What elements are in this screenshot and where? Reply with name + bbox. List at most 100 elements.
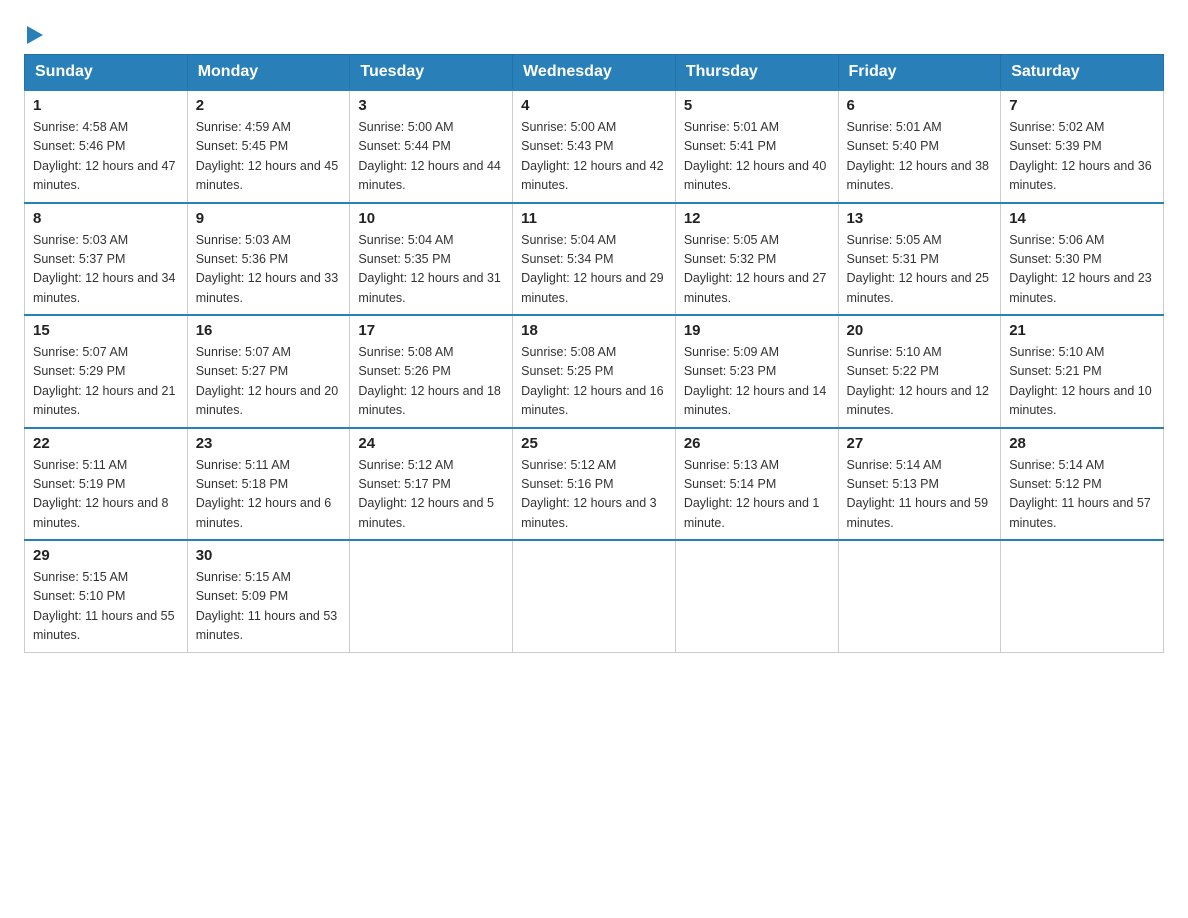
day-number: 29 [33,547,179,564]
calendar-day-cell: 6 Sunrise: 5:01 AM Sunset: 5:40 PM Dayli… [838,90,1001,203]
calendar-empty-cell [838,540,1001,652]
calendar-empty-cell [513,540,676,652]
calendar-day-cell: 13 Sunrise: 5:05 AM Sunset: 5:31 PM Dayl… [838,203,1001,316]
calendar-day-cell: 4 Sunrise: 5:00 AM Sunset: 5:43 PM Dayli… [513,90,676,203]
calendar-empty-cell [675,540,838,652]
calendar-day-cell: 21 Sunrise: 5:10 AM Sunset: 5:21 PM Dayl… [1001,315,1164,428]
day-info: Sunrise: 5:03 AM Sunset: 5:37 PM Dayligh… [33,231,179,309]
calendar-day-cell: 9 Sunrise: 5:03 AM Sunset: 5:36 PM Dayli… [187,203,350,316]
logo [24,24,46,42]
calendar-empty-cell [350,540,513,652]
calendar-header-tuesday: Tuesday [350,55,513,91]
day-number: 2 [196,97,342,114]
day-info: Sunrise: 5:08 AM Sunset: 5:26 PM Dayligh… [358,343,504,421]
calendar-day-cell: 11 Sunrise: 5:04 AM Sunset: 5:34 PM Dayl… [513,203,676,316]
day-number: 13 [847,210,993,227]
day-info: Sunrise: 5:11 AM Sunset: 5:18 PM Dayligh… [196,456,342,534]
day-info: Sunrise: 5:05 AM Sunset: 5:31 PM Dayligh… [847,231,993,309]
day-number: 19 [684,322,830,339]
calendar-day-cell: 29 Sunrise: 5:15 AM Sunset: 5:10 PM Dayl… [25,540,188,652]
day-info: Sunrise: 5:10 AM Sunset: 5:22 PM Dayligh… [847,343,993,421]
calendar-day-cell: 1 Sunrise: 4:58 AM Sunset: 5:46 PM Dayli… [25,90,188,203]
calendar-week-row: 8 Sunrise: 5:03 AM Sunset: 5:37 PM Dayli… [25,203,1164,316]
day-number: 17 [358,322,504,339]
day-number: 1 [33,97,179,114]
calendar-day-cell: 12 Sunrise: 5:05 AM Sunset: 5:32 PM Dayl… [675,203,838,316]
calendar-day-cell: 22 Sunrise: 5:11 AM Sunset: 5:19 PM Dayl… [25,428,188,541]
day-info: Sunrise: 5:10 AM Sunset: 5:21 PM Dayligh… [1009,343,1155,421]
day-info: Sunrise: 5:13 AM Sunset: 5:14 PM Dayligh… [684,456,830,534]
calendar-day-cell: 17 Sunrise: 5:08 AM Sunset: 5:26 PM Dayl… [350,315,513,428]
day-number: 11 [521,210,667,227]
day-number: 16 [196,322,342,339]
calendar-table: SundayMondayTuesdayWednesdayThursdayFrid… [24,54,1164,653]
calendar-day-cell: 3 Sunrise: 5:00 AM Sunset: 5:44 PM Dayli… [350,90,513,203]
day-number: 22 [33,435,179,452]
calendar-week-row: 1 Sunrise: 4:58 AM Sunset: 5:46 PM Dayli… [25,90,1164,203]
calendar-day-cell: 18 Sunrise: 5:08 AM Sunset: 5:25 PM Dayl… [513,315,676,428]
calendar-header-sunday: Sunday [25,55,188,91]
calendar-header-wednesday: Wednesday [513,55,676,91]
calendar-week-row: 15 Sunrise: 5:07 AM Sunset: 5:29 PM Dayl… [25,315,1164,428]
day-number: 14 [1009,210,1155,227]
day-number: 4 [521,97,667,114]
day-info: Sunrise: 5:09 AM Sunset: 5:23 PM Dayligh… [684,343,830,421]
day-info: Sunrise: 5:04 AM Sunset: 5:34 PM Dayligh… [521,231,667,309]
calendar-day-cell: 24 Sunrise: 5:12 AM Sunset: 5:17 PM Dayl… [350,428,513,541]
calendar-week-row: 29 Sunrise: 5:15 AM Sunset: 5:10 PM Dayl… [25,540,1164,652]
day-number: 21 [1009,322,1155,339]
day-info: Sunrise: 5:07 AM Sunset: 5:27 PM Dayligh… [196,343,342,421]
day-info: Sunrise: 5:04 AM Sunset: 5:35 PM Dayligh… [358,231,504,309]
calendar-day-cell: 27 Sunrise: 5:14 AM Sunset: 5:13 PM Dayl… [838,428,1001,541]
day-info: Sunrise: 5:15 AM Sunset: 5:10 PM Dayligh… [33,568,179,646]
day-info: Sunrise: 5:15 AM Sunset: 5:09 PM Dayligh… [196,568,342,646]
calendar-header-friday: Friday [838,55,1001,91]
day-info: Sunrise: 5:02 AM Sunset: 5:39 PM Dayligh… [1009,118,1155,196]
day-info: Sunrise: 5:00 AM Sunset: 5:43 PM Dayligh… [521,118,667,196]
day-info: Sunrise: 5:12 AM Sunset: 5:16 PM Dayligh… [521,456,667,534]
day-number: 15 [33,322,179,339]
day-number: 18 [521,322,667,339]
calendar-header-saturday: Saturday [1001,55,1164,91]
calendar-day-cell: 2 Sunrise: 4:59 AM Sunset: 5:45 PM Dayli… [187,90,350,203]
day-info: Sunrise: 5:01 AM Sunset: 5:41 PM Dayligh… [684,118,830,196]
day-info: Sunrise: 5:14 AM Sunset: 5:12 PM Dayligh… [1009,456,1155,534]
day-number: 23 [196,435,342,452]
calendar-day-cell: 10 Sunrise: 5:04 AM Sunset: 5:35 PM Dayl… [350,203,513,316]
day-info: Sunrise: 5:11 AM Sunset: 5:19 PM Dayligh… [33,456,179,534]
day-info: Sunrise: 4:59 AM Sunset: 5:45 PM Dayligh… [196,118,342,196]
calendar-day-cell: 7 Sunrise: 5:02 AM Sunset: 5:39 PM Dayli… [1001,90,1164,203]
calendar-empty-cell [1001,540,1164,652]
calendar-day-cell: 8 Sunrise: 5:03 AM Sunset: 5:37 PM Dayli… [25,203,188,316]
calendar-day-cell: 14 Sunrise: 5:06 AM Sunset: 5:30 PM Dayl… [1001,203,1164,316]
calendar-day-cell: 16 Sunrise: 5:07 AM Sunset: 5:27 PM Dayl… [187,315,350,428]
day-number: 6 [847,97,993,114]
calendar-header-row: SundayMondayTuesdayWednesdayThursdayFrid… [25,55,1164,91]
logo-triangle-icon [25,24,45,46]
day-number: 24 [358,435,504,452]
day-number: 27 [847,435,993,452]
day-info: Sunrise: 5:08 AM Sunset: 5:25 PM Dayligh… [521,343,667,421]
day-number: 12 [684,210,830,227]
day-number: 28 [1009,435,1155,452]
page-header [24,24,1164,42]
calendar-day-cell: 15 Sunrise: 5:07 AM Sunset: 5:29 PM Dayl… [25,315,188,428]
calendar-day-cell: 20 Sunrise: 5:10 AM Sunset: 5:22 PM Dayl… [838,315,1001,428]
day-info: Sunrise: 5:12 AM Sunset: 5:17 PM Dayligh… [358,456,504,534]
day-number: 3 [358,97,504,114]
day-info: Sunrise: 5:00 AM Sunset: 5:44 PM Dayligh… [358,118,504,196]
day-info: Sunrise: 5:14 AM Sunset: 5:13 PM Dayligh… [847,456,993,534]
calendar-day-cell: 23 Sunrise: 5:11 AM Sunset: 5:18 PM Dayl… [187,428,350,541]
calendar-header-monday: Monday [187,55,350,91]
day-info: Sunrise: 5:05 AM Sunset: 5:32 PM Dayligh… [684,231,830,309]
day-number: 8 [33,210,179,227]
calendar-day-cell: 30 Sunrise: 5:15 AM Sunset: 5:09 PM Dayl… [187,540,350,652]
calendar-week-row: 22 Sunrise: 5:11 AM Sunset: 5:19 PM Dayl… [25,428,1164,541]
day-number: 30 [196,547,342,564]
day-info: Sunrise: 5:03 AM Sunset: 5:36 PM Dayligh… [196,231,342,309]
day-number: 26 [684,435,830,452]
day-info: Sunrise: 5:06 AM Sunset: 5:30 PM Dayligh… [1009,231,1155,309]
calendar-day-cell: 5 Sunrise: 5:01 AM Sunset: 5:41 PM Dayli… [675,90,838,203]
calendar-day-cell: 19 Sunrise: 5:09 AM Sunset: 5:23 PM Dayl… [675,315,838,428]
day-info: Sunrise: 4:58 AM Sunset: 5:46 PM Dayligh… [33,118,179,196]
